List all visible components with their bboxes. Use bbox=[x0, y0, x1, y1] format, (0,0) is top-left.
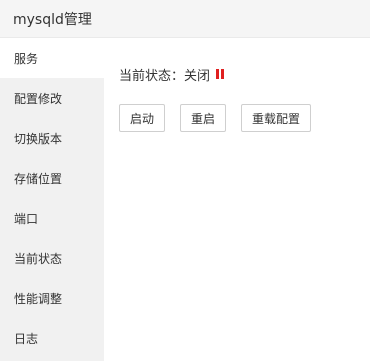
sidebar-item-port[interactable]: 端口 bbox=[0, 198, 104, 238]
sidebar-item-performance[interactable]: 性能调整 bbox=[0, 278, 104, 318]
sidebar-item-storage[interactable]: 存储位置 bbox=[0, 158, 104, 198]
mysqld-panel: mysqld管理 服务 配置修改 切换版本 存储位置 端口 当前状态 性能调整 … bbox=[0, 0, 370, 361]
restart-button[interactable]: 重启 bbox=[180, 104, 227, 132]
sidebar-item-logs[interactable]: 日志 bbox=[0, 318, 104, 358]
sidebar-item-status[interactable]: 当前状态 bbox=[0, 238, 104, 278]
sidebar-item-switch-version[interactable]: 切换版本 bbox=[0, 118, 104, 158]
stopped-status-icon bbox=[216, 69, 225, 79]
panel-header: mysqld管理 bbox=[0, 0, 370, 38]
sidebar-item-service[interactable]: 服务 bbox=[0, 38, 104, 78]
service-content: 当前状态：关闭 启动 重启 重载配置 bbox=[104, 38, 370, 361]
sidebar-item-config[interactable]: 配置修改 bbox=[0, 78, 104, 118]
start-button[interactable]: 启动 bbox=[119, 104, 166, 132]
status-text: 当前状态：关闭 bbox=[119, 68, 211, 84]
status-row: 当前状态：关闭 bbox=[119, 66, 370, 84]
status-bar-left bbox=[216, 69, 220, 79]
reload-config-button[interactable]: 重载配置 bbox=[241, 104, 312, 132]
sidebar: 服务 配置修改 切换版本 存储位置 端口 当前状态 性能调整 日志 bbox=[0, 38, 104, 361]
service-actions: 启动 重启 重载配置 bbox=[119, 104, 370, 132]
panel-body: 服务 配置修改 切换版本 存储位置 端口 当前状态 性能调整 日志 当前状态：关… bbox=[0, 38, 370, 361]
status-bar-right bbox=[221, 69, 225, 79]
panel-title: mysqld管理 bbox=[13, 11, 92, 28]
